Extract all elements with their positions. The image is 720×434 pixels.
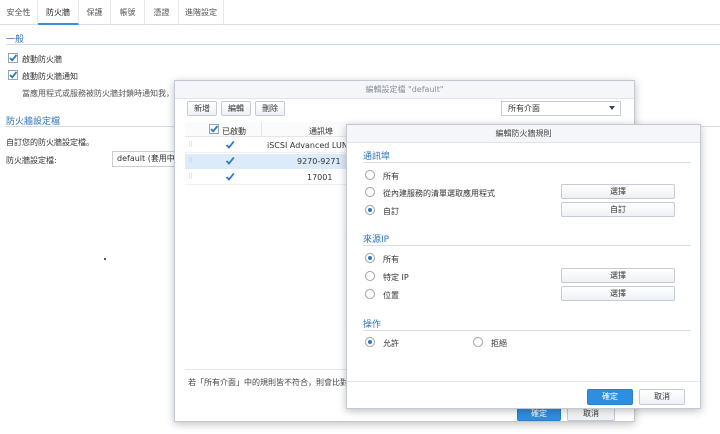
edit-rule-dialog: 編輯防火牆規則 通訊埠 所有 從內建服務的清單選取應用程式 選擇 自訂 自訂 來…	[346, 124, 701, 409]
tab-security[interactable]: 安全性	[0, 0, 38, 25]
chevron-down-icon	[609, 106, 615, 110]
rule-cancel-button[interactable]: 取消	[639, 389, 685, 405]
action-allow-radio[interactable]	[365, 337, 375, 347]
action-allow-label: 允許	[383, 339, 399, 348]
section-divider	[363, 330, 691, 331]
dialog-footer-divider	[347, 381, 700, 382]
notify-description: 當應用程式或服務被防火牆封鎖時通知我，並提	[22, 89, 190, 98]
rule-enabled-checkbox[interactable]	[225, 156, 235, 166]
source-location-radio[interactable]	[365, 289, 375, 299]
ports-all-radio[interactable]	[365, 170, 375, 180]
enable-firewall-label: 啟動防火牆	[22, 55, 62, 64]
rule-enabled-checkbox[interactable]	[225, 172, 235, 182]
action-deny-radio[interactable]	[473, 337, 483, 347]
interface-select-value: 所有介面	[508, 104, 540, 113]
drag-handle-icon[interactable]: ⠿	[188, 138, 193, 153]
ports-custom-button[interactable]: 自訂	[561, 202, 675, 217]
tab-protection[interactable]: 保護	[79, 0, 111, 25]
ports-custom-label: 自訂	[383, 207, 399, 216]
drag-handle-icon[interactable]: ⠿	[188, 170, 193, 185]
rule-ports: iSCSI Advanced LUN re	[267, 141, 359, 150]
edit-rule-dialog-title: 編輯防火牆規則	[347, 125, 700, 143]
section-divider	[363, 245, 691, 246]
rule-ports: 9270-9271	[297, 157, 341, 166]
edit-rule-button[interactable]: 編輯	[221, 101, 251, 116]
profile-select-label: 防火牆設定檔:	[6, 156, 57, 165]
interface-select[interactable]: 所有介面	[501, 101, 621, 116]
profile-select[interactable]: default (套用中的	[112, 151, 182, 167]
enable-firewall-notify-checkbox[interactable]	[8, 70, 18, 80]
section-divider	[363, 162, 691, 163]
tab-advanced[interactable]: 進階設定	[179, 0, 224, 25]
delete-rule-button[interactable]: 刪除	[255, 101, 285, 116]
ports-section-title: 通訊埠	[363, 152, 391, 162]
enable-firewall-notify-label: 啟動防火牆通知	[22, 72, 78, 81]
specific-ip-select-button[interactable]: 選擇	[561, 268, 675, 283]
enabled-column-header: 已啟動	[222, 127, 246, 136]
custom-profile-label: 自訂您的防火牆設定檔。	[6, 138, 94, 147]
ports-column-header: 通訊埠	[309, 127, 333, 136]
ports-from-list-label: 從內建服務的清單選取應用程式	[383, 189, 495, 198]
tab-certificate[interactable]: 憑證	[145, 0, 179, 25]
source-all-radio[interactable]	[365, 253, 375, 263]
drag-handle-icon[interactable]: ⠿	[188, 154, 193, 169]
action-deny-label: 拒絕	[491, 339, 507, 348]
stray-dot	[104, 258, 106, 260]
rule-ports: 17001	[307, 173, 333, 182]
edit-profile-dialog-title: 編輯設定檔 "default"	[175, 81, 634, 99]
source-ip-section-title: 來源IP	[363, 235, 390, 245]
ports-select-button[interactable]: 選擇	[561, 184, 675, 199]
tab-firewall[interactable]: 防火牆	[38, 0, 79, 25]
source-specific-ip-label: 特定 IP	[383, 273, 409, 282]
enable-firewall-checkbox[interactable]	[8, 53, 18, 63]
interface-match-note: 若「所有介面」中的規則皆不符合，則會比對各個介	[188, 378, 372, 387]
section-divider	[6, 44, 720, 45]
action-section-title: 操作	[363, 320, 382, 330]
source-all-label: 所有	[383, 255, 399, 264]
ports-all-label: 所有	[383, 172, 399, 181]
ports-from-list-radio[interactable]	[365, 187, 375, 197]
column-divider	[261, 122, 262, 137]
settings-tab-bar: 安全性 防火牆 保護 帳號 憑證 進階設定	[0, 0, 720, 25]
location-select-button[interactable]: 選擇	[561, 286, 675, 301]
tab-account[interactable]: 帳號	[111, 0, 145, 25]
add-rule-button[interactable]: 新增	[187, 101, 217, 116]
ports-custom-radio[interactable]	[365, 205, 375, 215]
rule-enabled-checkbox[interactable]	[225, 140, 235, 150]
select-all-checkbox[interactable]	[209, 124, 219, 134]
source-location-label: 位置	[383, 291, 399, 300]
rule-ok-button[interactable]: 確定	[587, 389, 633, 405]
source-specific-ip-radio[interactable]	[365, 271, 375, 281]
